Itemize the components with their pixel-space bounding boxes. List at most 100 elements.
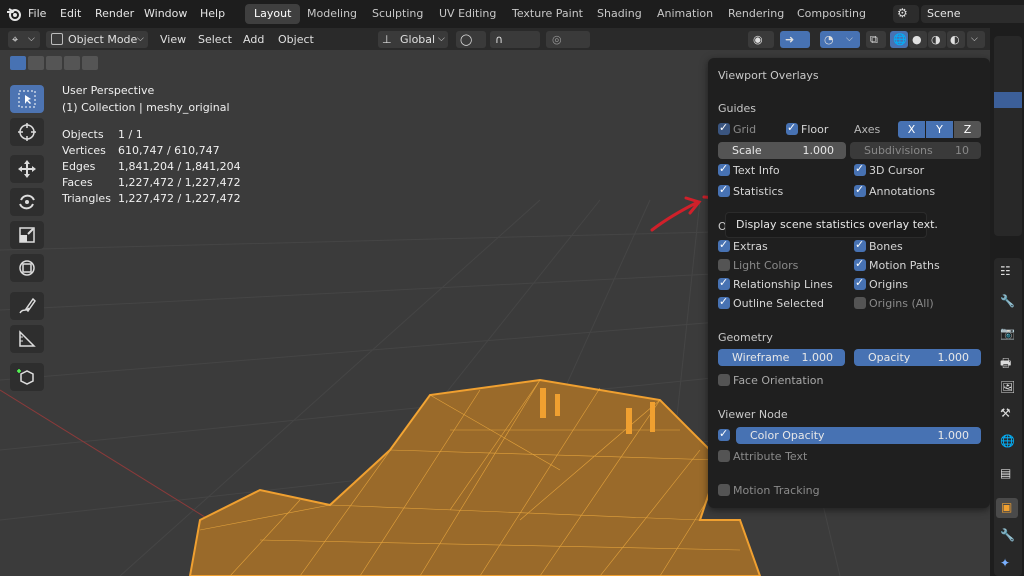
solid-sphere-icon: ● bbox=[912, 33, 922, 46]
axis-z-toggle[interactable]: Z bbox=[954, 121, 981, 138]
render-properties-icon[interactable]: 📷 bbox=[1000, 326, 1015, 340]
annotations-checkbox[interactable] bbox=[854, 183, 866, 197]
tool-select-box[interactable] bbox=[10, 85, 44, 113]
proportional-editing-toggle[interactable]: ◎ bbox=[546, 31, 590, 48]
tab-shading[interactable]: Shading bbox=[588, 4, 651, 24]
motion-tracking-checkbox[interactable] bbox=[718, 484, 730, 496]
select-extend-button[interactable] bbox=[28, 56, 44, 70]
face-orientation-checkbox[interactable] bbox=[718, 374, 730, 386]
opacity-slider[interactable]: Opacity 1.000 bbox=[854, 349, 981, 366]
shading-material-button[interactable]: ◑ bbox=[928, 31, 946, 48]
menu-file[interactable]: File bbox=[28, 7, 46, 20]
modifier-wrench-icon[interactable]: 🔧 bbox=[1000, 528, 1015, 542]
view-layer-properties-icon[interactable]: 🖼 bbox=[1000, 380, 1015, 394]
select-invert-button[interactable] bbox=[64, 56, 80, 70]
outline-selected-checkbox[interactable] bbox=[718, 295, 730, 309]
select-intersect-button[interactable] bbox=[82, 56, 98, 70]
mesh-wireframe bbox=[188, 378, 762, 576]
xray-toggle[interactable]: ⧉ bbox=[866, 31, 886, 48]
scene-name-field[interactable]: Scene bbox=[921, 5, 1024, 23]
gizmo-toggle[interactable]: ➜ bbox=[780, 31, 810, 48]
origins-checkbox[interactable] bbox=[854, 276, 866, 290]
particles-icon[interactable]: ✦ bbox=[1000, 556, 1014, 570]
shading-rendered-button[interactable]: ◐ bbox=[947, 31, 965, 48]
attribute-text-checkbox[interactable] bbox=[718, 450, 730, 462]
tool-add-cube[interactable] bbox=[10, 363, 44, 391]
tab-rendering[interactable]: Rendering bbox=[719, 4, 793, 24]
outliner-selected-row[interactable] bbox=[994, 92, 1022, 108]
select-new-button[interactable] bbox=[10, 56, 26, 70]
3d-cursor-checkbox[interactable] bbox=[854, 162, 866, 176]
tab-animation[interactable]: Animation bbox=[648, 4, 722, 24]
collection-properties-icon[interactable]: ▤ bbox=[1000, 466, 1014, 480]
scene-properties-icon[interactable]: ⚒ bbox=[1000, 406, 1014, 420]
overlays-toggle[interactable]: ◔ ⌵ bbox=[820, 31, 860, 48]
output-properties-icon[interactable]: 🖶 bbox=[1000, 354, 1014, 370]
shading-options-dropdown[interactable]: ⌵ bbox=[967, 31, 985, 48]
tool-cursor[interactable] bbox=[10, 118, 44, 146]
scene-selector-button[interactable]: ⚙ bbox=[893, 5, 919, 23]
tab-sculpting[interactable]: Sculpting bbox=[363, 4, 432, 24]
menu-view[interactable]: View bbox=[160, 31, 186, 48]
relationship-lines-checkbox[interactable] bbox=[718, 276, 730, 290]
tool-transform[interactable] bbox=[10, 254, 44, 282]
motion-paths-checkbox[interactable] bbox=[854, 257, 866, 271]
tool-measure[interactable] bbox=[10, 325, 44, 353]
shading-solid-button[interactable]: ● bbox=[909, 31, 927, 48]
viewer-node-checkbox[interactable] bbox=[718, 427, 730, 441]
menu-edit[interactable]: Edit bbox=[60, 7, 81, 20]
tool-move[interactable] bbox=[10, 155, 44, 183]
floor-checkbox[interactable] bbox=[786, 121, 798, 135]
editor-type-button[interactable]: ⌖ ⌵ bbox=[8, 31, 40, 48]
statistics-checkbox[interactable] bbox=[718, 183, 730, 197]
tab-layout[interactable]: Layout bbox=[245, 4, 301, 24]
light-colors-checkbox[interactable] bbox=[718, 259, 730, 271]
wireframe-slider[interactable]: Wireframe 1.000 bbox=[718, 349, 845, 366]
pivot-point-dropdown[interactable]: ◯ bbox=[456, 31, 486, 48]
menu-window[interactable]: Window bbox=[144, 7, 187, 20]
viewer-node-section-title: Viewer Node bbox=[718, 408, 788, 421]
stat-triangles-value: 1,227,472 / 1,227,472 bbox=[118, 192, 241, 205]
cursor-arrow-icon bbox=[18, 90, 36, 108]
world-properties-icon[interactable]: 🌐 bbox=[1000, 434, 1015, 448]
axis-y-toggle[interactable]: Y bbox=[926, 121, 953, 138]
color-opacity-slider[interactable]: Color Opacity 1.000 bbox=[736, 427, 981, 444]
menu-object[interactable]: Object bbox=[278, 31, 314, 48]
shading-wireframe-button[interactable]: 🌐 bbox=[890, 31, 908, 48]
select-subtract-button[interactable] bbox=[46, 56, 62, 70]
relationship-lines-label: Relationship Lines bbox=[733, 278, 833, 291]
menu-select[interactable]: Select bbox=[198, 31, 232, 48]
scene-name-label: Scene bbox=[927, 7, 961, 20]
scale-slider[interactable]: Scale 1.000 bbox=[718, 142, 846, 159]
transform-orientation-dropdown[interactable]: ⊥ Global ⌵ bbox=[378, 31, 448, 48]
tab-uv-editing[interactable]: UV Editing bbox=[430, 4, 505, 24]
tool-rotate[interactable] bbox=[10, 188, 44, 216]
text-info-label: Text Info bbox=[733, 164, 780, 177]
text-info-checkbox[interactable] bbox=[718, 162, 730, 176]
menu-render[interactable]: Render bbox=[95, 7, 134, 20]
editor-type-icon[interactable]: ☷ bbox=[1000, 264, 1014, 278]
menu-help[interactable]: Help bbox=[200, 7, 225, 20]
tool-properties-icon[interactable]: 🔧 bbox=[1000, 294, 1015, 308]
extras-checkbox[interactable] bbox=[718, 238, 730, 252]
viewport-overlays-popover: Viewport Overlays Guides Grid Floor Axes… bbox=[708, 58, 990, 508]
mode-dropdown[interactable]: Object Mode ⌵ bbox=[46, 31, 148, 48]
tab-texture-paint[interactable]: Texture Paint bbox=[503, 4, 592, 24]
grid-checkbox[interactable] bbox=[718, 121, 730, 135]
menu-add[interactable]: Add bbox=[243, 31, 264, 48]
tool-scale[interactable] bbox=[10, 221, 44, 249]
subdivisions-slider[interactable]: Subdivisions 10 bbox=[850, 142, 981, 159]
snap-toggle[interactable]: ∩ bbox=[490, 31, 540, 48]
tab-compositing[interactable]: Compositing bbox=[788, 4, 875, 24]
blender-logo-icon[interactable] bbox=[6, 6, 22, 22]
object-cube-icon: ▣ bbox=[1001, 500, 1013, 514]
eye-icon: ◉ bbox=[753, 33, 763, 46]
tool-annotate[interactable] bbox=[10, 292, 44, 320]
tab-modeling[interactable]: Modeling bbox=[298, 4, 366, 24]
visibility-dropdown[interactable]: ◉ bbox=[748, 31, 774, 48]
object-properties-tab[interactable]: ▣ bbox=[996, 498, 1018, 518]
axis-x-toggle[interactable]: X bbox=[898, 121, 925, 138]
bones-checkbox[interactable] bbox=[854, 238, 866, 252]
magnet-icon: ∩ bbox=[495, 33, 504, 46]
origins-all-checkbox[interactable] bbox=[854, 297, 866, 309]
